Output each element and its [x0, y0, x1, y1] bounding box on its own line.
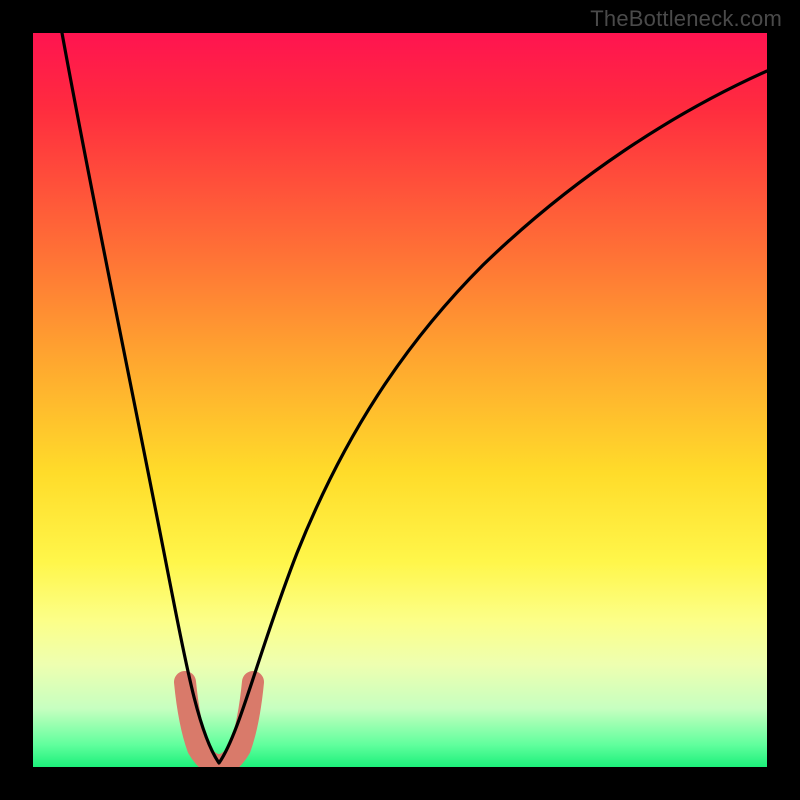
plot-area	[33, 33, 767, 767]
chart-lines	[33, 33, 767, 767]
trough-marker	[185, 682, 253, 765]
chart-frame: TheBottleneck.com	[0, 0, 800, 800]
bottleneck-curve	[62, 33, 767, 763]
watermark-text: TheBottleneck.com	[590, 6, 782, 32]
